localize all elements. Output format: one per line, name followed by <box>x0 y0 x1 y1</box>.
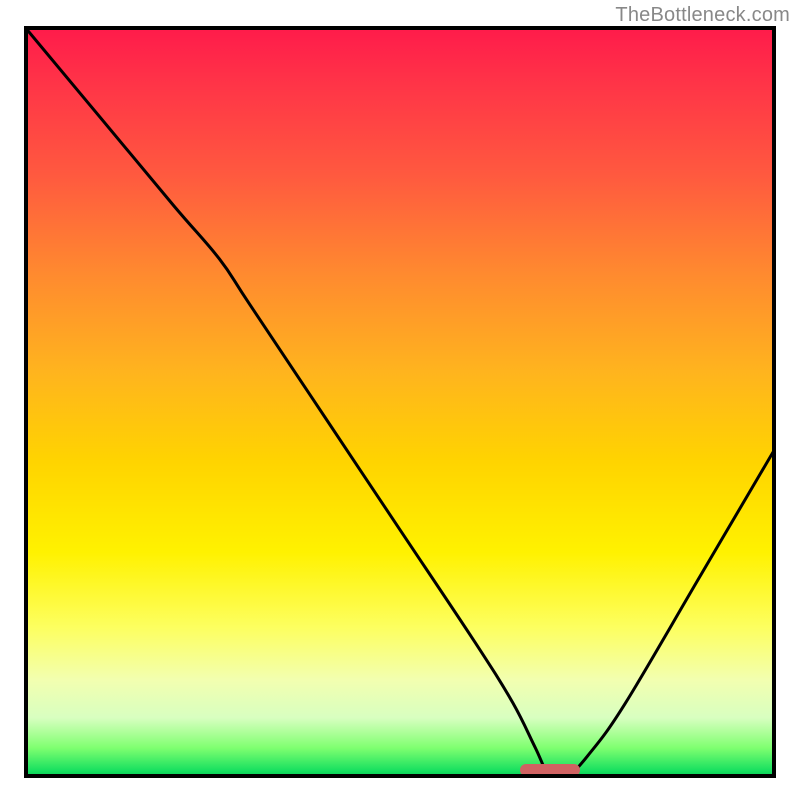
plot-area <box>24 26 776 778</box>
optimal-marker <box>520 764 580 776</box>
bottleneck-curve <box>24 26 776 778</box>
watermark-text: TheBottleneck.com <box>615 4 790 27</box>
chart-container: TheBottleneck.com <box>0 0 800 800</box>
